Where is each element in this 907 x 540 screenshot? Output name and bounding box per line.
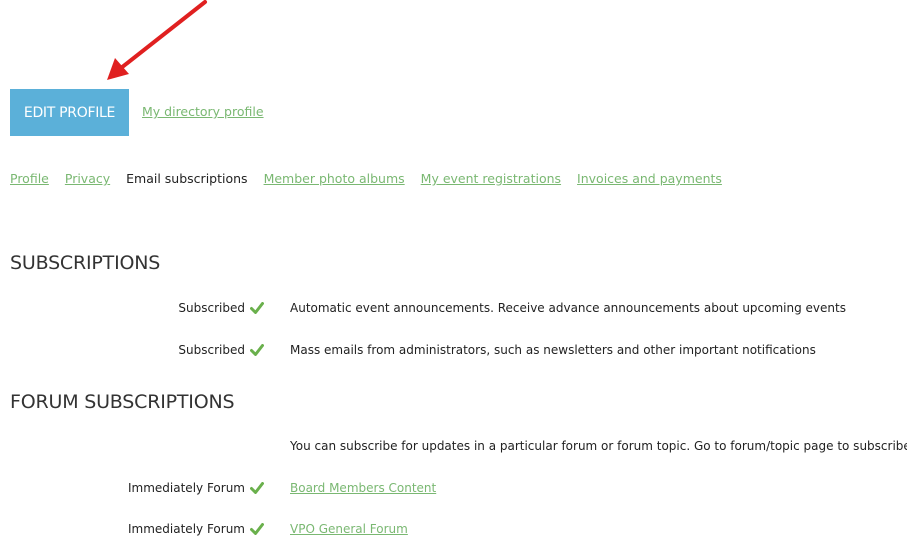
- profile-tabs: Profile Privacy Email subscriptions Memb…: [10, 171, 738, 186]
- forum-subscriptions-heading: FORUM SUBSCRIPTIONS: [10, 391, 235, 413]
- tab-privacy[interactable]: Privacy: [65, 171, 110, 186]
- forum-link-vpo-general-forum[interactable]: VPO General Forum: [290, 522, 408, 536]
- check-icon: [250, 302, 264, 314]
- status-label: Immediately Forum: [128, 481, 245, 495]
- forum-subscription-row: Immediately Forum VPO General Forum: [0, 520, 907, 540]
- forum-subscription-note: You can subscribe for updates in a parti…: [290, 439, 907, 453]
- check-icon: [250, 482, 264, 494]
- status-label: Subscribed: [178, 301, 245, 315]
- check-icon: [250, 344, 264, 356]
- directory-profile-link[interactable]: My directory profile: [142, 104, 264, 119]
- tab-member-photo-albums[interactable]: Member photo albums: [264, 171, 405, 186]
- red-arrow-icon: [107, 0, 207, 80]
- subscription-row: Subscribed Mass emails from administrato…: [0, 341, 907, 361]
- tab-my-event-registrations[interactable]: My event registrations: [421, 171, 561, 186]
- subscription-status: Subscribed: [178, 301, 264, 315]
- tab-email-subscriptions[interactable]: Email subscriptions: [126, 171, 247, 186]
- subscription-row: Subscribed Automatic event announcements…: [0, 299, 907, 319]
- subscription-description: Mass emails from administrators, such as…: [290, 343, 816, 357]
- forum-link-board-members-content[interactable]: Board Members Content: [290, 481, 436, 495]
- status-label: Immediately Forum: [128, 522, 245, 536]
- forum-subscription-status: Immediately Forum: [128, 522, 264, 536]
- forum-subscription-status: Immediately Forum: [128, 481, 264, 495]
- forum-subscription-row: Immediately Forum Board Members Content: [0, 479, 907, 499]
- subscription-description: Automatic event announcements. Receive a…: [290, 301, 846, 315]
- edit-profile-button[interactable]: EDIT PROFILE: [10, 89, 129, 136]
- tab-invoices-and-payments[interactable]: Invoices and payments: [577, 171, 722, 186]
- subscriptions-heading: SUBSCRIPTIONS: [10, 252, 161, 274]
- subscription-status: Subscribed: [178, 343, 264, 357]
- check-icon: [250, 523, 264, 535]
- status-label: Subscribed: [178, 343, 245, 357]
- tab-profile[interactable]: Profile: [10, 171, 49, 186]
